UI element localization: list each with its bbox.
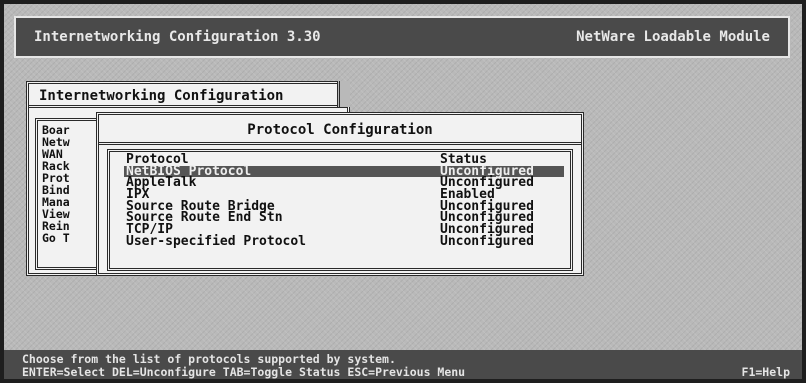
app-title: Internetworking Configuration 3.30	[34, 29, 321, 45]
protocol-status: Unconfigured	[440, 233, 534, 249]
console-screen: Internetworking Configuration 3.30 NetWa…	[4, 4, 802, 379]
window-tab-edge	[337, 81, 350, 107]
protocol-name: User-specified Protocol	[126, 233, 307, 249]
protocol-config-window: Protocol Configuration Protocol Status N…	[96, 112, 584, 276]
status-hint: Choose from the list of protocols suppor…	[22, 352, 396, 366]
internetworking-menu-title: Internetworking Configuration	[29, 84, 347, 108]
help-key[interactable]: F1=Help	[742, 365, 790, 379]
internetworking-menu-list: Boar Netw WAN Rack Prot Bind Mana View R…	[35, 118, 99, 270]
protocol-row-user-specified[interactable]: User-specified Protocol Unconfigured	[126, 233, 564, 249]
protocol-config-title: Protocol Configuration	[99, 115, 581, 145]
protocol-list: Protocol Status NetBIOS Protocol Unconfi…	[107, 149, 573, 271]
module-type-label: NetWare Loadable Module	[576, 29, 770, 45]
title-bar: Internetworking Configuration 3.30 NetWa…	[14, 16, 790, 58]
protocol-row-appletalk[interactable]: AppleTalk Unconfigured	[126, 177, 564, 190]
menu-item-go-to[interactable]: Go T	[42, 232, 96, 244]
key-legend: ENTER=Select DEL=Unconfigure TAB=Toggle …	[22, 365, 466, 379]
status-bar: Choose from the list of protocols suppor…	[4, 350, 802, 379]
